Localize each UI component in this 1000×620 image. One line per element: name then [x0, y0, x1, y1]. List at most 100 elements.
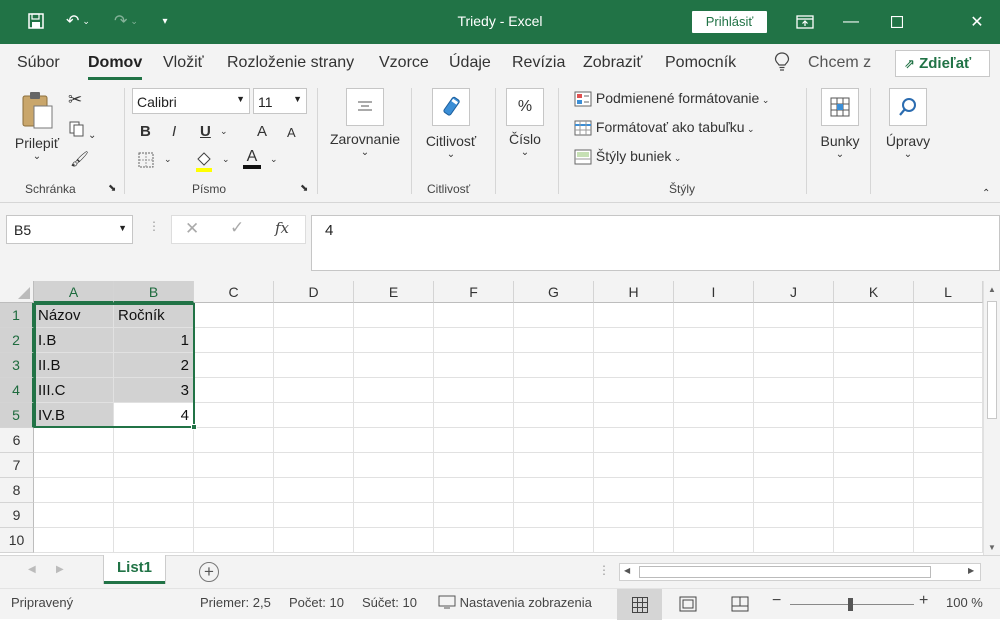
cell-l5[interactable] — [914, 403, 983, 428]
cell-e2[interactable] — [354, 328, 434, 353]
cell-g7[interactable] — [514, 453, 594, 478]
cell-k4[interactable] — [834, 378, 914, 403]
row-header-2[interactable]: 2 — [0, 328, 34, 353]
paste-button[interactable]: Prilepiť ⌄ — [12, 90, 62, 170]
sensitivity-button[interactable]: Citlivosť ⌄ — [418, 88, 484, 160]
row-header-9[interactable]: 9 — [0, 503, 34, 528]
cell-b7[interactable] — [114, 453, 194, 478]
cell-styles-button[interactable]: Štýly buniek ⌄ — [574, 148, 681, 165]
cell-g2[interactable] — [514, 328, 594, 353]
cell-f5[interactable] — [434, 403, 514, 428]
cell-l10[interactable] — [914, 528, 983, 553]
tab-insert[interactable]: Vložiť — [163, 54, 204, 72]
cell-i10[interactable] — [674, 528, 754, 553]
column-header-k[interactable]: K — [834, 281, 914, 303]
cell-b3[interactable]: 2 — [114, 353, 194, 378]
scroll-tabs-left-icon[interactable]: ◀ — [28, 564, 36, 575]
cell-e8[interactable] — [354, 478, 434, 503]
cell-j8[interactable] — [754, 478, 834, 503]
number-button[interactable]: % Číslo ⌄ — [502, 88, 548, 158]
column-header-e[interactable]: E — [354, 281, 434, 303]
row-header-4[interactable]: 4 — [0, 378, 34, 403]
cell-k9[interactable] — [834, 503, 914, 528]
italic-button[interactable]: I — [172, 123, 176, 140]
cell-b9[interactable] — [114, 503, 194, 528]
fill-handle[interactable] — [191, 424, 197, 430]
cell-k1[interactable] — [834, 303, 914, 328]
cell-a8[interactable] — [34, 478, 114, 503]
scroll-right-icon[interactable]: ▶ — [968, 566, 974, 575]
cell-a9[interactable] — [34, 503, 114, 528]
font-name-box[interactable]: Calibri ▼ — [132, 88, 250, 114]
cell-g1[interactable] — [514, 303, 594, 328]
normal-view-button[interactable] — [617, 589, 662, 620]
cell-c1[interactable] — [194, 303, 274, 328]
cell-h2[interactable] — [594, 328, 674, 353]
cell-f1[interactable] — [434, 303, 514, 328]
display-settings-button[interactable]: Nastavenia zobrazenia — [438, 595, 592, 610]
zoom-in-icon[interactable]: + — [919, 592, 928, 610]
cell-d10[interactable] — [274, 528, 354, 553]
column-header-b[interactable]: B — [114, 281, 194, 303]
grow-font-button[interactable]: A — [257, 123, 267, 140]
cell-a3[interactable]: II.B — [34, 353, 114, 378]
cell-e7[interactable] — [354, 453, 434, 478]
tab-file[interactable]: Súbor — [17, 54, 60, 72]
cell-h10[interactable] — [594, 528, 674, 553]
column-header-i[interactable]: I — [674, 281, 754, 303]
column-header-l[interactable]: L — [914, 281, 983, 303]
share-button[interactable]: ⇗ Zdieľať — [895, 50, 990, 77]
cell-a7[interactable] — [34, 453, 114, 478]
cell-b6[interactable] — [114, 428, 194, 453]
cell-c9[interactable] — [194, 503, 274, 528]
tab-help[interactable]: Pomocník — [665, 54, 736, 72]
cell-i5[interactable] — [674, 403, 754, 428]
cell-c3[interactable] — [194, 353, 274, 378]
cell-k2[interactable] — [834, 328, 914, 353]
cell-l2[interactable] — [914, 328, 983, 353]
cell-e5[interactable] — [354, 403, 434, 428]
cell-j7[interactable] — [754, 453, 834, 478]
cell-d5[interactable] — [274, 403, 354, 428]
cell-a6[interactable] — [34, 428, 114, 453]
tab-view[interactable]: Zobraziť — [583, 54, 642, 72]
cell-h3[interactable] — [594, 353, 674, 378]
row-header-10[interactable]: 10 — [0, 528, 34, 553]
scroll-up-icon[interactable]: ▲ — [988, 285, 996, 294]
column-header-c[interactable]: C — [194, 281, 274, 303]
cell-f2[interactable] — [434, 328, 514, 353]
lightbulb-icon[interactable] — [774, 52, 790, 77]
select-all-corner[interactable] — [0, 281, 34, 303]
underline-button[interactable]: U — [200, 123, 211, 140]
cell-d3[interactable] — [274, 353, 354, 378]
cell-f8[interactable] — [434, 478, 514, 503]
cell-f6[interactable] — [434, 428, 514, 453]
cell-g9[interactable] — [514, 503, 594, 528]
insert-function-icon[interactable]: fx — [275, 219, 289, 237]
cell-j4[interactable] — [754, 378, 834, 403]
cell-i8[interactable] — [674, 478, 754, 503]
maximize-icon[interactable] — [874, 8, 920, 36]
cell-b10[interactable] — [114, 528, 194, 553]
cell-a5[interactable]: IV.B — [34, 403, 114, 428]
format-painter-icon[interactable]: 🖌 — [70, 150, 89, 168]
zoom-out-icon[interactable]: − — [772, 592, 781, 610]
bold-button[interactable]: B — [140, 123, 151, 140]
cell-i9[interactable] — [674, 503, 754, 528]
cell-b2[interactable]: 1 — [114, 328, 194, 353]
cell-b1[interactable]: Ročník — [114, 303, 194, 328]
zoom-slider[interactable] — [790, 598, 914, 611]
cell-a2[interactable]: I.B — [34, 328, 114, 353]
format-as-table-button[interactable]: Formátovať ako tabuľku ⌄ — [574, 119, 755, 136]
cell-g10[interactable] — [514, 528, 594, 553]
row-header-6[interactable]: 6 — [0, 428, 34, 453]
cell-l8[interactable] — [914, 478, 983, 503]
tab-page-layout[interactable]: Rozloženie strany — [227, 54, 354, 72]
cell-a4[interactable]: III.C — [34, 378, 114, 403]
sheet-tab-list1[interactable]: List1 — [104, 555, 165, 584]
column-header-g[interactable]: G — [514, 281, 594, 303]
worksheet-grid[interactable]: ABCDEFGHIJKL 1 2 3 4 5 6 7 8 9 10 Názov Ročník I.B 1… — [0, 281, 1000, 555]
cell-e3[interactable] — [354, 353, 434, 378]
cell-g5[interactable] — [514, 403, 594, 428]
zoom-thumb[interactable] — [848, 598, 853, 611]
